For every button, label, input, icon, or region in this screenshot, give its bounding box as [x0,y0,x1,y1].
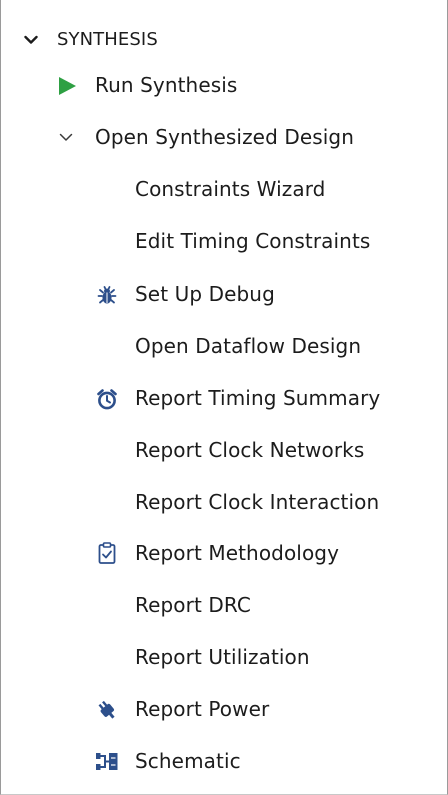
flow-item-report-methodology[interactable]: Report Methodology [1,533,441,573]
section-synthesis-label: SYNTHESIS [57,29,158,50]
flow-item-label: Report Timing Summary [135,386,381,410]
power-plug-icon [94,697,120,723]
flow-item-open-synthesized-design[interactable]: Open Synthesized Design [1,117,441,157]
flow-item-schematic[interactable]: Schematic [1,741,441,781]
bug-icon [95,283,119,307]
chevron-down-icon[interactable] [58,130,74,144]
flow-item-label: Report Utilization [135,645,310,669]
flow-item-label: Report Methodology [135,541,340,565]
flow-item-label: Schematic [135,749,241,773]
flow-item-report-clock-networks[interactable]: Report Clock Networks [1,430,441,470]
flow-item-label: Constraints Wizard [135,177,326,201]
schematic-icon [94,750,120,774]
flow-navigator-panel: SYNTHESIS Run Synthesis Open Synthesized… [0,0,448,795]
flow-item-set-up-debug[interactable]: Set Up Debug [1,274,441,314]
flow-item-run-synthesis[interactable]: Run Synthesis [1,65,441,105]
chevron-down-icon[interactable] [23,32,39,48]
flow-item-report-utilization[interactable]: Report Utilization [1,637,441,677]
flow-item-report-clock-interaction[interactable]: Report Clock Interaction [1,482,441,522]
flow-item-label: Report Power [135,697,270,721]
flow-item-edit-timing-constraints[interactable]: Edit Timing Constraints [1,221,441,261]
flow-item-open-dataflow-design[interactable]: Open Dataflow Design [1,326,441,366]
flow-item-label: Set Up Debug [135,282,275,306]
flow-item-label: Open Dataflow Design [135,334,362,358]
section-synthesis[interactable]: SYNTHESIS [1,20,441,60]
flow-item-label: Open Synthesized Design [95,125,354,149]
flow-item-label: Report DRC [135,593,251,617]
flow-item-report-timing-summary[interactable]: Report Timing Summary [1,378,441,418]
flow-item-report-drc[interactable]: Report DRC [1,585,441,625]
alarm-clock-icon [95,387,119,411]
flow-item-label: Report Clock Networks [135,438,365,462]
flow-item-label: Report Clock Interaction [135,490,380,514]
clipboard-check-icon [95,541,119,565]
flow-item-constraints-wizard[interactable]: Constraints Wizard [1,169,441,209]
flow-item-label: Run Synthesis [95,73,238,97]
flow-item-report-power[interactable]: Report Power [1,689,441,729]
flow-item-label: Edit Timing Constraints [135,229,371,253]
play-icon [56,75,78,97]
